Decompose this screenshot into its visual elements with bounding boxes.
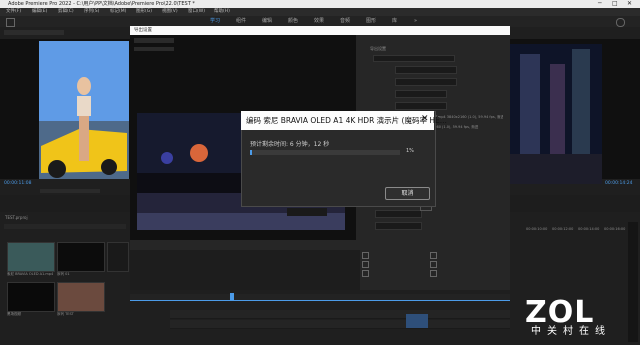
render-alpha-checkbox[interactable]: [362, 270, 369, 277]
menu-graphics[interactable]: 图形(G): [136, 8, 152, 16]
encoding-dialog-title: 编码 索尼 BRAVIA OLED A1 4K HDR 演示片 (魔码率 HE.…: [246, 116, 447, 125]
menu-marker[interactable]: 标记(M): [110, 8, 126, 16]
encoding-progress-bar: [250, 150, 400, 155]
title-bar: Adobe Premiere Pro 2022 - C:\用户\PP\文档\Ad…: [0, 0, 640, 8]
export-options-area: [360, 250, 510, 290]
program-monitor-panel: 00:00:14:24: [510, 27, 640, 195]
audio-meter: [628, 222, 638, 342]
project-item-thumbnail[interactable]: [7, 242, 55, 272]
output-name-field[interactable]: [395, 102, 447, 110]
project-name: TEST.prproj: [5, 215, 28, 220]
export-crop-tool[interactable]: [134, 47, 174, 51]
close-window-button[interactable]: ✕: [627, 0, 632, 8]
format-select[interactable]: [395, 66, 457, 74]
playhead[interactable]: [230, 293, 234, 301]
export-section-title: 导出设置: [370, 46, 386, 51]
export-source-tab[interactable]: [134, 38, 174, 43]
remaining-time-label: 预计剩余时间: 6 分钟，12 秒: [250, 141, 330, 148]
source-viewer[interactable]: [0, 39, 130, 179]
export-settings-title: 导出设置: [134, 28, 152, 33]
menu-window[interactable]: 窗口(W): [188, 8, 205, 16]
ruler-label: 00:00:14:00: [578, 227, 600, 231]
menu-sequence[interactable]: 序列(S): [84, 8, 99, 16]
project-item-label: 黑场视频: [7, 312, 21, 316]
work-area-bar[interactable]: [130, 300, 510, 301]
menu-help[interactable]: 帮助(H): [214, 8, 230, 16]
match-sequence-checkbox[interactable]: [373, 55, 455, 62]
menu-clip[interactable]: 剪辑(C): [58, 8, 74, 16]
program-frame-image: [510, 44, 602, 184]
close-icon[interactable]: ✕: [421, 114, 429, 124]
search-icon[interactable]: [616, 18, 625, 27]
menu-view[interactable]: 视图(V): [162, 8, 178, 16]
export-settings-titlebar: 导出设置: [130, 26, 510, 35]
project-item-label: 序列 01: [57, 272, 70, 276]
source-panel-tabs[interactable]: [4, 30, 64, 35]
menu-file[interactable]: 文件(F): [6, 8, 21, 16]
encoding-percent: 1%: [406, 148, 414, 154]
ruler-label: 00:00:10:00: [526, 227, 548, 231]
project-item-thumbnail[interactable]: [57, 242, 105, 272]
use-previews-checkbox[interactable]: [430, 252, 437, 259]
project-item-thumbnail[interactable]: [107, 242, 129, 272]
comments-field[interactable]: [395, 90, 447, 98]
ruler-label: 00:00:16:00: [604, 227, 626, 231]
source-timecode: 00:00:11:08: [4, 181, 32, 186]
project-search-input[interactable]: [4, 224, 126, 229]
ruler-label: 00:00:12:00: [552, 227, 574, 231]
project-item-label: 索尼 BRAVIA OLED A1.mp4: [7, 272, 53, 276]
encoding-dialog-header: 编码 索尼 BRAVIA OLED A1 4K HDR 演示片 (魔码率 HE.…: [241, 111, 447, 130]
zol-tagline: 中关村在线: [531, 326, 611, 337]
set-start-timecode-checkbox[interactable]: [430, 261, 437, 268]
target-bitrate-field[interactable]: [375, 222, 422, 230]
source-frame-image: [39, 41, 129, 179]
project-item-thumbnail[interactable]: [57, 282, 105, 312]
import-into-project-checkbox[interactable]: [362, 261, 369, 268]
timeline-track[interactable]: [170, 320, 510, 329]
source-transport-controls[interactable]: [40, 189, 100, 193]
timeline-clip[interactable]: [406, 314, 428, 328]
maximize-button[interactable]: □: [612, 0, 618, 8]
cancel-button[interactable]: 取消: [385, 187, 430, 200]
bitrate-field[interactable]: [375, 210, 422, 218]
project-item-label: 序列 TEST: [57, 312, 74, 316]
program-viewer[interactable]: [510, 39, 640, 184]
encoding-progress-fill: [250, 150, 252, 155]
time-interpolation-select[interactable]: [430, 270, 437, 277]
minimize-button[interactable]: ─: [598, 0, 602, 8]
preset-select[interactable]: [395, 78, 457, 86]
project-item-thumbnail[interactable]: [7, 282, 55, 312]
timeline-panel: [130, 290, 510, 345]
menu-bar: 文件(F) 编辑(E) 剪辑(C) 序列(S) 标记(M) 图形(G) 视图(V…: [0, 8, 640, 16]
program-timecode: 00:00:14:24: [605, 181, 633, 186]
menu-edit[interactable]: 编辑(E): [32, 8, 47, 16]
timeline-track[interactable]: [170, 310, 510, 319]
use-max-render-checkbox[interactable]: [362, 252, 369, 259]
app-title: Adobe Premiere Pro 2022 - C:\用户\PP\文档\Ad…: [8, 1, 195, 7]
source-monitor-panel: 00:00:11:08: [0, 27, 130, 195]
project-panel: TEST.prproj 索尼 BRAVIA OLED A1.mp4 序列 01 …: [0, 212, 130, 345]
home-icon[interactable]: [6, 18, 15, 27]
